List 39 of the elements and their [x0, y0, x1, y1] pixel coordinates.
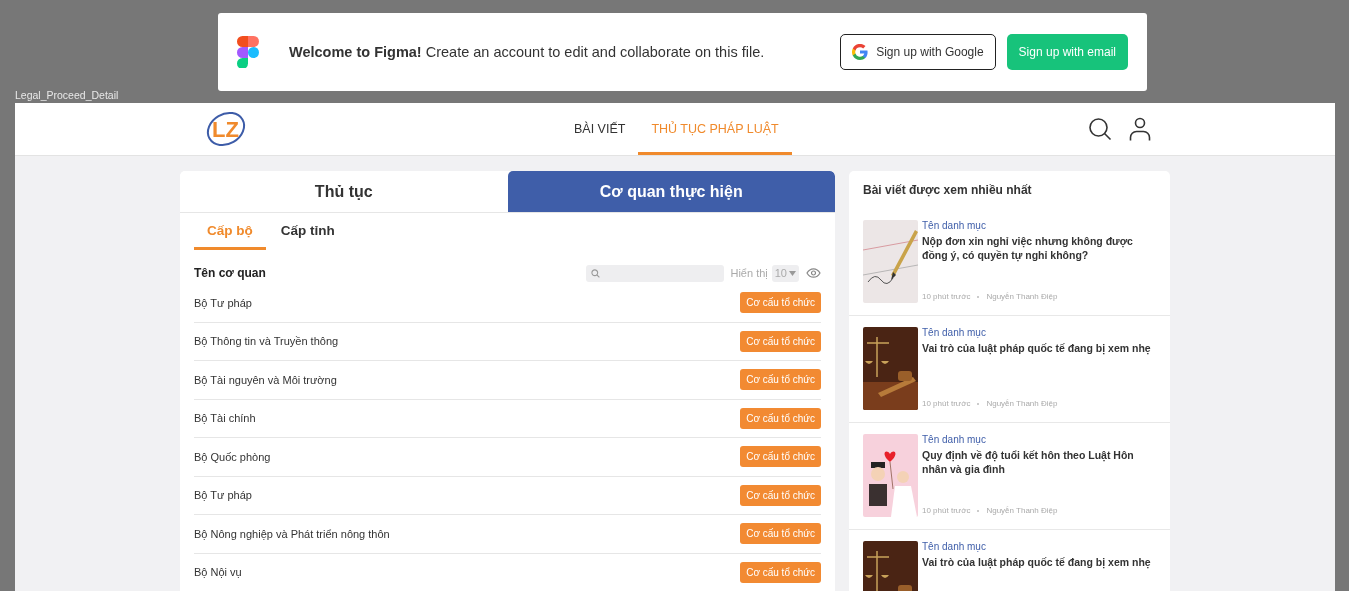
- search-icon: [591, 268, 601, 278]
- search-field[interactable]: [586, 264, 725, 282]
- article-title[interactable]: Vai trò của luật pháp quốc tế đang bị xem nhẹ: [922, 555, 1156, 569]
- frame-label: Legal_Proceed_Detail: [15, 89, 119, 101]
- agency-name: Bộ Thông tin và Truyền thông: [194, 335, 339, 348]
- agency-name: Bộ Tư pháp: [194, 296, 252, 309]
- article-category[interactable]: Tên danh mục: [922, 541, 1156, 552]
- agency-name: Bộ Nội vụ: [194, 566, 242, 579]
- column-header: Tên cơ quan: [194, 266, 266, 280]
- nav-link[interactable]: BÀI VIẾT: [561, 103, 639, 155]
- article-category[interactable]: Tên danh mục: [922, 220, 1156, 231]
- search-icon[interactable]: [1088, 117, 1112, 141]
- article-title[interactable]: Quy định về độ tuổi kết hôn theo Luật Hôn nhân và gia đình: [922, 448, 1156, 476]
- article-time: 10 phút trước: [922, 399, 971, 408]
- agency-name: Bộ Nông nghiệp và Phát triển nông thôn: [194, 527, 390, 540]
- page-size-label: Hiển thị: [730, 267, 768, 279]
- welcome-message: Welcome to Figma! Create an account to edit and collaborate on this file.: [289, 44, 765, 60]
- article-author: Nguyễn Thanh Điệp: [986, 506, 1058, 515]
- agency-name: Bộ Quốc phòng: [194, 450, 271, 463]
- agency-name: Bộ Tài nguyên và Môi trường: [194, 373, 337, 386]
- article-author: Nguyễn Thanh Điệp: [986, 399, 1058, 408]
- article-title[interactable]: Vai trò của luật pháp quốc tế đang bị xem nhẹ: [922, 341, 1156, 355]
- google-signup-button[interactable]: Sign up with Google: [840, 34, 996, 70]
- eye-icon[interactable]: [806, 268, 821, 278]
- article-time: 10 phút trước: [922, 506, 971, 515]
- subtab[interactable]: Cấp tỉnh: [267, 217, 348, 250]
- user-icon[interactable]: [1129, 117, 1151, 141]
- agency-name: Bộ Tài chính: [194, 412, 256, 425]
- sidebar-title: Bài viết được xem nhiều nhất: [862, 182, 1033, 199]
- article-author: Nguyễn Thanh Điệp: [986, 292, 1058, 301]
- article-category[interactable]: Tên danh mục: [922, 434, 1156, 445]
- figma-logo-icon: [237, 36, 259, 68]
- google-icon: [852, 44, 869, 60]
- agency-name: Bộ Tư pháp: [194, 489, 252, 502]
- caret-icon: [789, 270, 796, 276]
- article-category[interactable]: Tên danh mục: [922, 327, 1156, 338]
- tab[interactable]: Cơ quan thực hiện: [507, 171, 835, 212]
- article-title[interactable]: Nộp đơn xin nghỉ việc nhưng không được đồng ý, có quyền tự nghỉ không?: [922, 234, 1156, 262]
- article-time: 10 phút trước: [922, 292, 971, 301]
